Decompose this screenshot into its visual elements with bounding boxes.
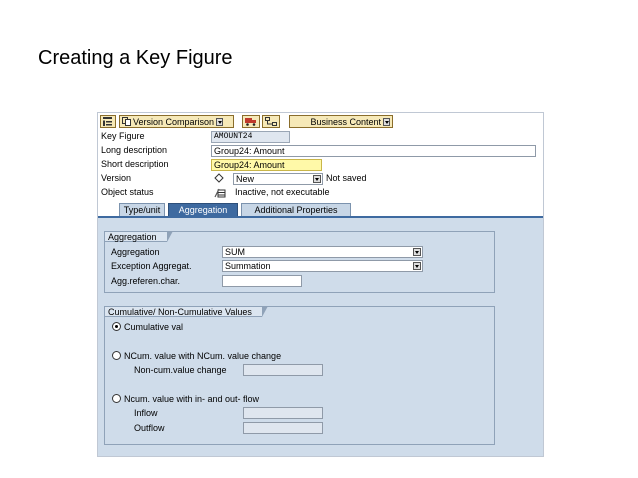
inflow-label: Inflow <box>134 408 158 418</box>
cumulative-group-title: Cumulative/ Non-Cumulative Values <box>104 306 268 317</box>
tab-strip: Type/unit Aggregation Additional Propert… <box>98 202 543 216</box>
cumulative-radio-label: Cumulative val <box>124 322 184 332</box>
key-figure-maintenance-window: Version Comparison Business Content Key … <box>97 112 544 457</box>
compare-icon <box>122 117 131 126</box>
cumulative-values-group: Cumulative/ Non-Cumulative Values Cumula… <box>104 306 495 445</box>
aggregation-group-title: Aggregation <box>104 231 173 242</box>
tab-type-unit[interactable]: Type/unit <box>119 203 165 216</box>
ncum-value-change-radio[interactable] <box>112 351 121 360</box>
key-figure-field: AMOUNT24 <box>211 131 290 143</box>
object-status-row: Object status Inactive, not executable <box>98 186 543 200</box>
version-comparison-button[interactable]: Version Comparison <box>119 115 234 128</box>
hierarchy-button[interactable] <box>100 115 116 128</box>
version-row: Version New Not saved <box>98 172 543 186</box>
inflow-field[interactable] <box>243 407 323 419</box>
long-description-input[interactable]: Group24: Amount <box>211 145 536 157</box>
version-status: Not saved <box>326 173 367 183</box>
long-description-label: Long description <box>101 145 168 155</box>
network-icon <box>265 117 277 126</box>
noncum-value-change-field[interactable] <box>243 364 323 376</box>
cumulative-radio[interactable] <box>112 322 121 331</box>
tab-aggregation[interactable]: Aggregation <box>168 203 238 216</box>
aggregation-value: SUM <box>225 247 245 257</box>
chevron-down-icon <box>313 175 321 183</box>
chevron-down-icon <box>413 262 421 270</box>
hierarchy-icon <box>103 117 112 126</box>
aggregation-dropdown[interactable]: SUM <box>222 246 423 258</box>
key-figure-row: Key Figure AMOUNT24 <box>98 130 543 144</box>
ncum-value-change-radio-label: NCum. value with NCum. value change <box>124 351 282 361</box>
version-dropdown[interactable]: New <box>233 173 323 185</box>
business-content-button[interactable]: Business Content <box>289 115 393 128</box>
diamond-icon <box>214 173 224 185</box>
inflow-outflow-radio-label: Ncum. value with in- and out- flow <box>124 394 260 404</box>
object-status-label: Object status <box>101 187 154 197</box>
version-comparison-label: Version Comparison <box>133 116 215 127</box>
short-description-input[interactable]: Group24: Amount <box>211 159 322 171</box>
long-description-row: Long description Group24: Amount <box>98 144 543 158</box>
outflow-field[interactable] <box>243 422 323 434</box>
key-figure-label: Key Figure <box>101 131 145 141</box>
agg-reference-char-input[interactable] <box>222 275 302 287</box>
exception-aggregation-dropdown[interactable]: Summation <box>222 260 423 272</box>
tab-additional-properties[interactable]: Additional Properties <box>241 203 351 216</box>
noncum-value-change-label: Non-cum.value change <box>134 365 227 375</box>
tab-content-panel: Aggregation Aggregation SUM Exception Ag… <box>98 216 543 456</box>
inactive-object-icon <box>214 187 226 200</box>
exception-aggregation-value: Summation <box>225 261 271 271</box>
truck-icon <box>245 117 257 126</box>
transport-button[interactable] <box>242 115 260 128</box>
slide-title: Creating a Key Figure <box>38 47 233 69</box>
short-description-row: Short description Group24: Amount <box>98 158 543 172</box>
aggregation-group: Aggregation Aggregation SUM Exception Ag… <box>104 231 495 293</box>
application-toolbar: Version Comparison Business Content <box>98 113 543 130</box>
short-description-label: Short description <box>101 159 169 169</box>
aggregation-label: Aggregation <box>111 247 160 257</box>
outflow-label: Outflow <box>134 423 165 433</box>
object-status-value: Inactive, not executable <box>235 187 330 197</box>
exception-aggregation-label: Exception Aggregat. <box>111 261 192 271</box>
agg-reference-char-label: Agg.referen.char. <box>111 276 181 286</box>
version-value: New <box>236 174 255 184</box>
business-content-label: Business Content <box>310 116 381 127</box>
where-used-button[interactable] <box>262 115 280 128</box>
version-label: Version <box>101 173 132 183</box>
chevron-down-icon <box>413 248 421 256</box>
chevron-down-icon <box>383 117 390 126</box>
inflow-outflow-radio[interactable] <box>112 394 121 403</box>
chevron-down-icon <box>216 117 224 126</box>
